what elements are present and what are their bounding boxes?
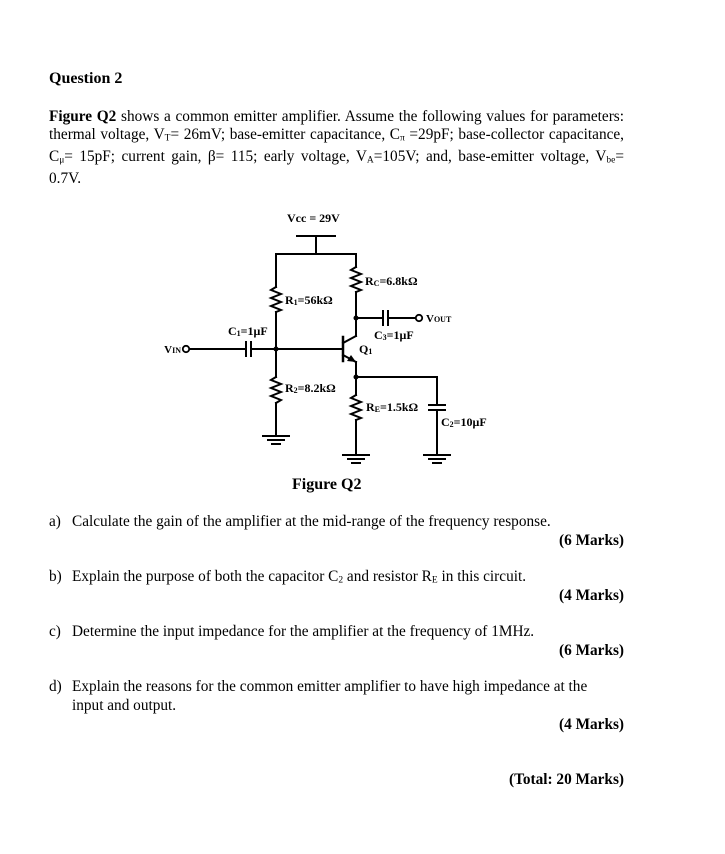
c3-label: C3=1μF (374, 328, 414, 342)
junction-collector (353, 315, 359, 321)
part-c-marks: (6 Marks) (559, 642, 624, 659)
r2-resistor (268, 375, 284, 405)
figure-caption: Figure Q2 (292, 476, 362, 493)
part-c: c) Determine the input impedance for the… (49, 623, 649, 641)
re-label: RE=1.5kΩ (366, 400, 419, 414)
junction-base (273, 346, 279, 352)
vin-terminal (181, 344, 191, 354)
part-c-text: Determine the input impedance for the am… (72, 623, 535, 640)
rc-label: RC=6.8kΩ (365, 274, 418, 288)
vout-label: VOUT (426, 313, 452, 325)
re-resistor (348, 393, 364, 422)
part-b-label: b) (49, 568, 62, 585)
part-a-marks: (6 Marks) (559, 532, 624, 549)
vout-terminal (414, 313, 424, 323)
part-a-label: a) (49, 513, 61, 530)
c1-label: C1=1μF (228, 324, 268, 338)
q1-collector (341, 334, 358, 345)
part-b: b) Explain the purpose of both the capac… (49, 568, 649, 586)
part-b-marks: (4 Marks) (559, 587, 624, 604)
total-marks: (Total: 20 Marks) (508, 771, 624, 788)
vin-label: VIN (164, 344, 181, 356)
r2-label: R2=8.2kΩ (285, 381, 336, 395)
rc-resistor (348, 265, 364, 294)
q1-label: Q1 (359, 342, 372, 356)
part-c-label: c) (49, 623, 61, 640)
vcc-label: Vcc = 29V (287, 211, 340, 225)
r1-resistor (268, 285, 284, 314)
part-a: a) Calculate the gain of the amplifier a… (49, 513, 649, 531)
part-b-text: Explain the purpose of both the capacito… (72, 568, 527, 586)
part-a-text: Calculate the gain of the amplifier at t… (72, 513, 551, 530)
c2-label: C2=10μF (441, 415, 487, 429)
circuit-diagram: Vcc = 29V RC=6.8kΩ R1=56kΩ C1=1μF VIN VO… (164, 211, 487, 464)
part-d-marks: (4 Marks) (559, 716, 624, 733)
part-d-text-line2: input and output. (72, 697, 177, 714)
part-d-label: d) (49, 678, 62, 695)
part-d: d) Explain the reasons for the common em… (49, 678, 649, 718)
junction-emitter (353, 374, 359, 380)
r1-label: R1=56kΩ (285, 293, 333, 307)
part-d-text-line1: Explain the reasons for the common emitt… (72, 678, 588, 695)
